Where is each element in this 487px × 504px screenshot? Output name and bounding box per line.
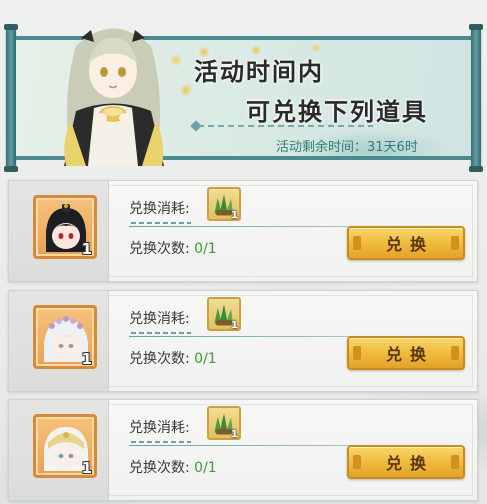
exchange-button[interactable]: 兑换 bbox=[347, 226, 465, 260]
cost-label: 兑换消耗: bbox=[129, 311, 190, 327]
row-divider-dash bbox=[131, 222, 191, 224]
reward-item-slot[interactable]: 1 bbox=[33, 305, 97, 369]
scroll-rod-left bbox=[4, 24, 18, 172]
scroll-rod-right bbox=[469, 24, 483, 172]
banner-divider bbox=[198, 125, 373, 127]
shop-item-card: 1 兑换消耗: 1 兑换次数: 0/1 兑换 bbox=[8, 290, 478, 392]
row-divider-dash bbox=[131, 332, 191, 334]
reward-item-slot[interactable]: 1 bbox=[33, 414, 97, 478]
shop-item-card: 1 兑换消耗: 1 兑换次数: 0/1 兑换 bbox=[8, 180, 478, 282]
exchange-times-label: 兑换次数: 0/1 bbox=[129, 457, 217, 477]
reward-item-slot[interactable]: 1 bbox=[33, 195, 97, 259]
exchange-button[interactable]: 兑换 bbox=[347, 445, 465, 479]
cost-item-qty: 1 bbox=[231, 429, 238, 440]
exchange-times-value: 0/1 bbox=[194, 351, 217, 367]
reward-item-count: 1 bbox=[81, 240, 92, 258]
exchange-times-value: 0/1 bbox=[194, 241, 217, 257]
event-timer: 活动剩余时间：31天6时 bbox=[276, 140, 418, 155]
times-label-text: 兑换次数: bbox=[129, 460, 190, 476]
banner-character-portrait bbox=[46, 16, 181, 166]
times-label-text: 兑换次数: bbox=[129, 241, 190, 257]
banner-headline-line2: 可兑换下列道具 bbox=[246, 97, 428, 126]
exchange-times-value: 0/1 bbox=[194, 460, 217, 476]
row-divider-dash bbox=[131, 441, 191, 443]
event-banner: 活动时间内 可兑换下列道具 活动剩余时间：31天6时 bbox=[4, 8, 483, 172]
reward-item-count: 1 bbox=[81, 350, 92, 368]
exchange-times-label: 兑换次数: 0/1 bbox=[129, 238, 217, 258]
reward-item-count: 1 bbox=[81, 459, 92, 477]
cost-label: 兑换消耗: bbox=[129, 420, 190, 436]
exchange-button[interactable]: 兑换 bbox=[347, 336, 465, 370]
cost-item-slot[interactable]: 1 bbox=[207, 187, 241, 221]
cost-item-slot[interactable]: 1 bbox=[207, 297, 241, 331]
shop-item-card: 1 兑换消耗: 1 兑换次数: 0/1 兑换 bbox=[8, 399, 478, 501]
cost-item-slot[interactable]: 1 bbox=[207, 406, 241, 440]
times-label-text: 兑换次数: bbox=[129, 351, 190, 367]
exchange-times-label: 兑换次数: 0/1 bbox=[129, 348, 217, 368]
cost-label: 兑换消耗: bbox=[129, 201, 190, 217]
cost-item-qty: 1 bbox=[231, 210, 238, 221]
banner-headline-line1: 活动时间内 bbox=[194, 57, 324, 86]
cost-item-qty: 1 bbox=[231, 320, 238, 331]
